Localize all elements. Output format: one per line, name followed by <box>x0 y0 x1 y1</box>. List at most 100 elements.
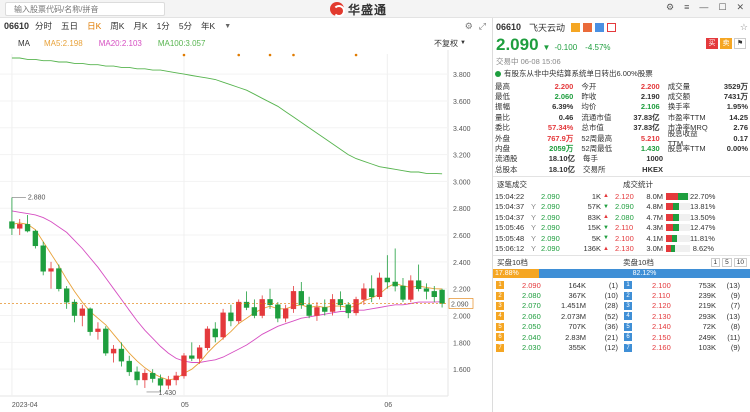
ask-level: 1 <box>624 281 632 290</box>
bid-volume: 707K <box>568 322 586 332</box>
tab-tick-trades[interactable]: 逐笔成交 <box>497 179 623 190</box>
tab-five-day[interactable]: 五日 <box>61 20 78 32</box>
minimize-icon[interactable]: — <box>699 2 708 13</box>
alert-button[interactable]: ⚑ <box>734 38 746 49</box>
y-tick-label: 3.800 <box>453 72 471 79</box>
quote-label: 量比 <box>495 112 510 122</box>
candle-body <box>384 277 391 283</box>
settings-icon[interactable]: ⚙ <box>666 2 674 13</box>
tab-trade-stats[interactable]: 成交统计 <box>623 179 653 190</box>
quote-value: 18.10亿 <box>548 154 575 164</box>
x-tick-label: 2023-04 <box>12 402 38 409</box>
candle-body <box>204 328 211 348</box>
order-book-row: 3 2.070 1.451M (28) 3 2.120 219K (7) <box>493 301 750 311</box>
close-icon[interactable]: ✕ <box>736 2 744 13</box>
bid-level: 6 <box>496 333 504 342</box>
menu-icon[interactable]: ≡ <box>684 2 689 13</box>
trade-flag: Y <box>531 212 537 222</box>
brand-name: 华盛通 <box>348 2 388 17</box>
quote-value: 57.34% <box>547 123 574 133</box>
candle-body <box>251 307 258 316</box>
candle-body <box>306 304 312 316</box>
bid-volume: 164K <box>568 280 586 290</box>
candle-body <box>290 291 297 310</box>
quote-row: 流通股 18.10亿 每手 1000 <box>495 154 748 164</box>
quote-value: 6.39% <box>552 102 574 112</box>
stat-price: 2.110 <box>615 223 634 233</box>
candle-body <box>63 288 70 303</box>
depth-10-button[interactable]: 10 <box>733 257 747 267</box>
chart-tools-icon[interactable]: ⚙ <box>465 21 473 32</box>
candle-body <box>40 245 46 272</box>
y-tick-label: 2.000 <box>453 314 471 321</box>
sell-button[interactable]: 卖 <box>720 38 732 49</box>
ask-book-title: 卖盘10档 <box>623 257 654 267</box>
star-icon[interactable]: ☆ <box>740 22 748 33</box>
adjust-mode-select[interactable]: 不复权 <box>434 38 458 49</box>
quote-value: 0.17 <box>733 133 748 143</box>
order-book-row: 2 2.080 367K (10) 2 2.110 239K (9) <box>493 290 750 300</box>
notice-text[interactable]: 有股东从非中央结算系统单日转出6.00%股票 <box>504 68 653 79</box>
order-book: 1 2.090 164K (1) 1 2.100 753K (13) 2 2.080 367K (10… <box>493 280 750 353</box>
ask-level: 2 <box>624 291 632 300</box>
share-icon[interactable] <box>607 22 617 32</box>
maximize-icon[interactable]: ☐ <box>718 2 726 13</box>
search-box[interactable] <box>5 2 165 16</box>
quote-panel: 06610 飞天云动 ☆ 2.090 ▼ -0.100 -4.57% 买 卖 ⚑… <box>493 18 750 412</box>
brand-logo-icon <box>330 2 345 17</box>
quote-name: 飞天云动 <box>529 22 566 33</box>
chevron-down-icon[interactable]: ▼ <box>460 40 466 46</box>
chevron-down-icon[interactable]: ▼ <box>224 23 231 30</box>
trade-time: 15:05:46 <box>495 223 525 233</box>
search-input[interactable] <box>6 3 164 15</box>
tab-daily-k[interactable]: 日K <box>87 20 101 32</box>
stat-pct: 12.47% <box>690 223 716 233</box>
quote-value: 37.83亿 <box>633 123 660 133</box>
candle-body <box>408 280 414 300</box>
ask-price: 2.150 <box>652 332 671 342</box>
ask-volume: 249K <box>698 332 716 342</box>
price-change-pct: -4.57% <box>585 43 611 52</box>
tab-yearly-k[interactable]: 年K <box>201 20 215 32</box>
quote-label: 总市值 <box>581 123 604 133</box>
tab-monthly-k[interactable]: 月K <box>133 20 147 32</box>
event-marker <box>237 53 241 57</box>
candle-body <box>56 268 62 289</box>
stat-pct: 13.81% <box>690 202 716 212</box>
tab-1min[interactable]: 1分 <box>157 20 170 32</box>
event-marker <box>354 53 358 57</box>
fullscreen-icon[interactable]: ⤢ <box>479 21 486 32</box>
ask-volume: 239K <box>698 291 716 301</box>
candle-body <box>24 224 31 232</box>
quote-table: 最高 2.200 今开 2.200 成交量 3529万 最低 2.060 昨收 2.190 成交额 7… <box>495 81 748 175</box>
down-arrow-icon: ▼ <box>603 235 609 242</box>
stat-pct: 11.81% <box>690 233 715 243</box>
kline-chart[interactable]: 3.800 3.600 3.400 3.200 3.000 2.800 2.600 2.400… <box>0 50 492 412</box>
stat-bar-fill <box>666 224 673 232</box>
quote-label: 昨收 <box>581 92 597 102</box>
quote-label: 内盘 <box>495 144 510 154</box>
stat-volume: 8.0M <box>646 191 663 201</box>
quote-row: 内盘 2059万 52周最低 1.430 股息率TTM 0.00% <box>495 143 748 153</box>
tab-5min[interactable]: 5分 <box>179 20 192 32</box>
bid-volume: 355K <box>568 343 586 353</box>
candle-body <box>322 307 328 312</box>
stat-volume: 4.7M <box>646 212 663 222</box>
trading-status: 交易中 06-08 15:06 <box>496 57 561 66</box>
ask-price: 2.140 <box>652 322 671 332</box>
quote-value: 2059万 <box>549 144 574 154</box>
quote-row: 外盘 767.9万 52周最高 5.210 股息收益TTM 0.17 <box>495 129 748 148</box>
ask-price: 2.130 <box>652 311 671 321</box>
tab-timeshare[interactable]: 分时 <box>35 20 52 32</box>
candle-body <box>220 312 226 338</box>
buy-button[interactable]: 买 <box>706 38 718 49</box>
tab-weekly-k[interactable]: 周K <box>110 20 124 32</box>
bid-price: 2.040 <box>522 332 541 342</box>
quote-value: 7431万 <box>723 92 748 102</box>
depth-5-button[interactable]: 5 <box>722 257 732 267</box>
ask-price: 2.160 <box>652 343 671 353</box>
depth-1-button[interactable]: 1 <box>710 257 721 267</box>
y-tick-label: 3.400 <box>453 126 471 133</box>
stat-bar-fill-green <box>671 245 675 253</box>
quote-value: 3529万 <box>723 81 748 91</box>
